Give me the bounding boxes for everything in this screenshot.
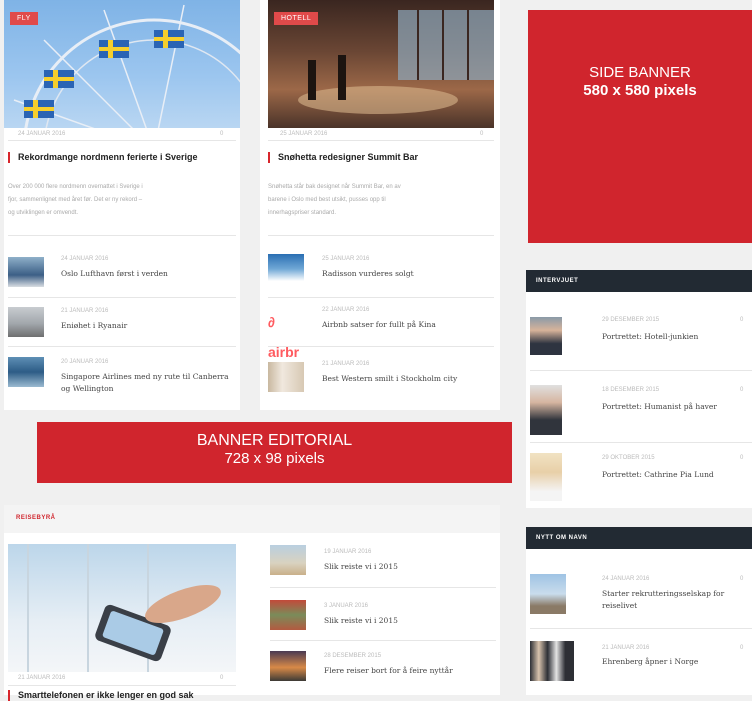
comment-count[interactable]: 0	[220, 675, 223, 681]
list-item-date: 21 JANUAR 2016	[61, 308, 109, 314]
portrait-thumbnail	[530, 453, 562, 501]
featured-image-summit-bar[interactable]: HOTELL	[268, 0, 494, 128]
comment-count[interactable]: 0	[740, 387, 743, 393]
category-badge[interactable]: FLY	[10, 12, 38, 25]
list-item-date: 28 DESEMBER 2015	[324, 653, 382, 659]
list-item-title[interactable]: Airbnb satser for fullt på Kina	[322, 319, 492, 331]
list-item-title[interactable]: Portrettet: Hotell-junkien	[602, 331, 742, 343]
list-item-title[interactable]: Starter rekrutteringsselskap for reiseli…	[602, 588, 742, 612]
article-date: 25 JANUAR 2016	[280, 131, 328, 137]
widget-heading: INTERVJUET	[526, 270, 752, 292]
widget-heading: NYTT OM NAVN	[526, 527, 752, 549]
list-item-title[interactable]: Slik reiste vi i 2015	[324, 561, 494, 573]
list-item-title[interactable]: Radisson vurderes solgt	[322, 268, 492, 280]
thumbnail-group-photo	[530, 641, 574, 681]
widget-intervjuet: INTERVJUET 29 DESEMBER 2015 0 Portrettet…	[526, 270, 752, 508]
widget-nytt-om-navn: NYTT OM NAVN 24 JANUAR 2016 0 Starter re…	[526, 527, 752, 695]
section-header: REISEBYRÅ	[4, 505, 500, 533]
list-item-title[interactable]: Portrettet: Cathrine Pia Lund	[602, 469, 742, 481]
comment-count[interactable]: 0	[740, 645, 743, 651]
thumbnail-market	[270, 600, 306, 630]
list-item-title[interactable]: Oslo Lufthavn først i verden	[61, 268, 231, 280]
article-column-fly: FLY 24 JANUAR 2016 0 Rekordmange nordmen…	[4, 0, 240, 410]
list-item-title[interactable]: Flere reiser bort for å feire nyttår	[324, 665, 494, 677]
list-item-date: 21 JANUAR 2016	[602, 645, 650, 651]
list-item-title[interactable]: Slik reiste vi i 2015	[324, 615, 494, 627]
side-banner-ad[interactable]: SIDE BANNER 580 x 580 pixels	[528, 10, 752, 243]
featured-image-ferris-wheel[interactable]: FLY	[4, 0, 240, 128]
thumbnail-airport	[8, 257, 44, 287]
thumbnail-paraglider	[530, 574, 566, 614]
list-item-title[interactable]: Best Western smilt i Stockholm city	[322, 373, 492, 385]
article-headline[interactable]: Snøhetta redesigner Summit Bar	[268, 152, 498, 163]
list-item-date: 24 JANUAR 2016	[602, 576, 650, 582]
list-item-title[interactable]: Ehrenberg åpner i Norge	[602, 656, 742, 668]
list-item-date: 29 OKTOBER 2015	[602, 455, 655, 461]
list-item-date: 19 JANUAR 2016	[324, 549, 372, 555]
portrait-thumbnail	[530, 317, 562, 355]
list-item-date: 22 JANUAR 2016	[322, 307, 370, 313]
list-item-title[interactable]: Portrettet: Humanist på haver	[602, 401, 742, 413]
thumbnail-singapore	[8, 357, 44, 387]
thumbnail-radisson	[268, 254, 304, 284]
list-item-date: 29 DESEMBER 2015	[602, 317, 660, 323]
list-item-date: 3 JANUAR 2016	[324, 603, 369, 609]
list-item-date: 24 JANUAR 2016	[61, 256, 109, 262]
editorial-banner-ad[interactable]: BANNER EDITORIAL 728 x 98 pixels	[37, 422, 512, 483]
comment-count[interactable]: 0	[740, 455, 743, 461]
category-badge[interactable]: HOTELL	[274, 12, 319, 25]
article-date: 24 JANUAR 2016	[18, 131, 66, 137]
thumbnail-plane	[8, 307, 44, 337]
airbnb-logo: ∂ airbr	[268, 307, 304, 360]
article-excerpt: Over 200 000 flere nordmenn overnattet i…	[8, 184, 143, 216]
featured-image-phone-hand[interactable]	[8, 544, 236, 672]
list-item-date: 25 JANUAR 2016	[322, 256, 370, 262]
ferris-wheel-illustration	[13, 4, 240, 128]
portrait-thumbnail	[530, 385, 562, 435]
side-banner-size: 580 x 580 pixels	[583, 82, 697, 99]
phone-hand-illustration	[27, 544, 221, 672]
list-item-date: 18 DESEMBER 2015	[602, 387, 660, 393]
comment-count[interactable]: 0	[480, 131, 483, 137]
editorial-banner-size: 728 x 98 pixels	[224, 450, 325, 467]
thumbnail-hotel-room	[268, 362, 304, 392]
section-title: REISEBYRÅ	[16, 515, 56, 521]
article-headline[interactable]: Smarttelefonen er ikke lenger en god sak	[8, 690, 238, 701]
article-column-hotell: HOTELL 25 JANUAR 2016 0 Snøhetta redesig…	[260, 0, 500, 410]
comment-count[interactable]: 0	[740, 317, 743, 323]
list-item-date: 21 JANUAR 2016	[322, 361, 370, 367]
article-headline[interactable]: Rekordmange nordmenn feriertе i Sverige	[8, 152, 238, 163]
thumbnail-beach	[270, 545, 306, 575]
section-reisebyra: REISEBYRÅ 21 JANUAR 2016 0 Smarttelefone…	[4, 505, 500, 701]
thumbnail-sunset	[270, 651, 306, 681]
article-excerpt: Snøhetta står bak designet når Summit Ba…	[268, 184, 401, 216]
comment-count[interactable]: 0	[220, 131, 223, 137]
list-item-title[interactable]: Singapore Airlines med ny rute til Canbe…	[61, 371, 231, 395]
article-date: 21 JANUAR 2016	[18, 675, 66, 681]
list-item-title[interactable]: Eniøhet i Ryanair	[61, 320, 231, 332]
comment-count[interactable]: 0	[740, 576, 743, 582]
list-item-date: 20 JANUAR 2016	[61, 359, 109, 365]
side-banner-title: SIDE BANNER	[589, 64, 691, 81]
editorial-banner-title: BANNER EDITORIAL	[196, 432, 353, 449]
